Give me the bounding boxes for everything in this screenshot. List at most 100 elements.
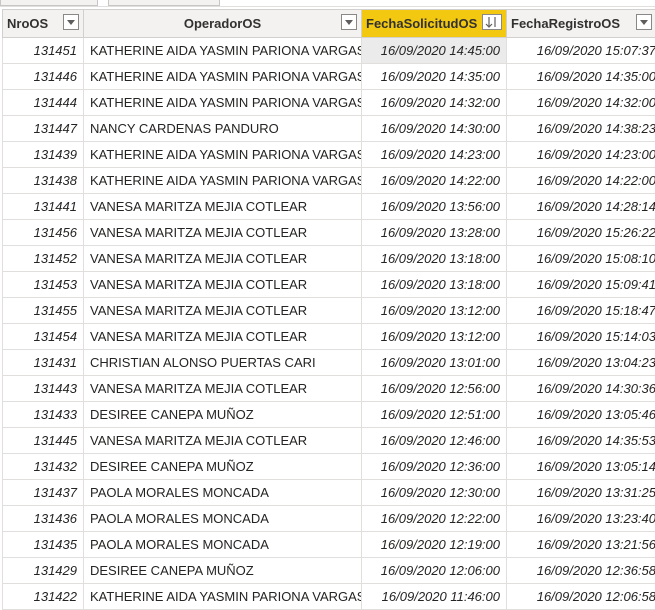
filter-dropdown-button[interactable] (341, 14, 357, 30)
cell-fecharegistroos: 16/09/2020 14:38:23 (506, 115, 655, 142)
cell-nroos: 131429 (2, 557, 84, 584)
cell-fecharegistroos: 16/09/2020 15:08:10 (506, 245, 655, 272)
cell-fechasolicitudos: 16/09/2020 13:12:00 (361, 323, 507, 350)
cell-operadoros: PAOLA MORALES MONCADA (83, 479, 362, 506)
cell-operadoros: KATHERINE AIDA YASMIN PARIONA VARGAS (83, 63, 362, 90)
cell-operadoros: KATHERINE AIDA YASMIN PARIONA VARGAS (83, 141, 362, 168)
cell-nroos: 131452 (2, 245, 84, 272)
table-row[interactable]: 131451 KATHERINE AIDA YASMIN PARIONA VARG… (2, 37, 655, 64)
cell-fechasolicitudos: 16/09/2020 13:56:00 (361, 193, 507, 220)
header-row: NroOS OperadorOS FechaSolicitudOS FechaR… (2, 9, 655, 38)
cell-fechasolicitudos: 16/09/2020 12:36:00 (361, 453, 507, 480)
cell-fechasolicitudos: 16/09/2020 12:19:00 (361, 531, 507, 558)
top-strip (0, 0, 655, 7)
cell-operadoros: KATHERINE AIDA YASMIN PARIONA VARGAS (83, 583, 362, 610)
tab-stub (108, 0, 220, 6)
cell-nroos: 131453 (2, 271, 84, 298)
cell-operadoros: VANESA MARITZA MEJIA COTLEAR (83, 271, 362, 298)
filter-dropdown-button[interactable] (63, 14, 79, 30)
table-row[interactable]: 131429 DESIREE CANEPA MUÑOZ 16/09/2020 12:… (2, 557, 655, 584)
table-row[interactable]: 131439 KATHERINE AIDA YASMIN PARIONA VARG… (2, 141, 655, 168)
table-row[interactable]: 131438 KATHERINE AIDA YASMIN PARIONA VARG… (2, 167, 655, 194)
column-header-fecharegistroos[interactable]: FechaRegistroOS (506, 9, 655, 38)
tab-stub (0, 0, 98, 6)
cell-operadoros: VANESA MARITZA MEJIA COTLEAR (83, 427, 362, 454)
cell-operadoros: VANESA MARITZA MEJIA COTLEAR (83, 297, 362, 324)
table-row[interactable]: 131453 VANESA MARITZA MEJIA COTLEAR 16/09/… (2, 271, 655, 298)
cell-operadoros: DESIREE CANEPA MUÑOZ (83, 453, 362, 480)
cell-fechasolicitudos: 16/09/2020 13:01:00 (361, 349, 507, 376)
cell-nroos: 131454 (2, 323, 84, 350)
cell-fecharegistroos: 16/09/2020 13:23:40 (506, 505, 655, 532)
column-header-label: FechaSolicitudOS (366, 16, 478, 31)
table-row[interactable]: 131456 VANESA MARITZA MEJIA COTLEAR 16/09/… (2, 219, 655, 246)
cell-operadoros: NANCY CARDENAS PANDURO (83, 115, 362, 142)
cell-nroos: 131455 (2, 297, 84, 324)
cell-operadoros: KATHERINE AIDA YASMIN PARIONA VARGAS (83, 89, 362, 116)
column-header-fechasolicitudos[interactable]: FechaSolicitudOS (361, 9, 507, 38)
column-header-label: OperadorOS (183, 16, 262, 31)
cell-operadoros: DESIREE CANEPA MUÑOZ (83, 557, 362, 584)
cell-fecharegistroos: 16/09/2020 14:28:14 (506, 193, 655, 220)
cell-operadoros: PAOLA MORALES MONCADA (83, 531, 362, 558)
table-row[interactable]: 131455 VANESA MARITZA MEJIA COTLEAR 16/09/… (2, 297, 655, 324)
table-row[interactable]: 131422 KATHERINE AIDA YASMIN PARIONA VARG… (2, 583, 655, 610)
table-row[interactable]: 131432 DESIREE CANEPA MUÑOZ 16/09/2020 12:… (2, 453, 655, 480)
cell-operadoros: KATHERINE AIDA YASMIN PARIONA VARGAS (83, 167, 362, 194)
cell-nroos: 131422 (2, 583, 84, 610)
cell-fecharegistroos: 16/09/2020 13:05:46 (506, 401, 655, 428)
cell-fecharegistroos: 16/09/2020 14:23:00 (506, 141, 655, 168)
cell-fecharegistroos: 16/09/2020 15:18:47 (506, 297, 655, 324)
cell-fecharegistroos: 16/09/2020 13:04:23 (506, 349, 655, 376)
table-row[interactable]: 131443 VANESA MARITZA MEJIA COTLEAR 16/09/… (2, 375, 655, 402)
cell-fecharegistroos: 16/09/2020 15:14:03 (506, 323, 655, 350)
cell-nroos: 131443 (2, 375, 84, 402)
column-header-operadoros[interactable]: OperadorOS (83, 9, 362, 38)
table-row[interactable]: 131437 PAOLA MORALES MONCADA 16/09/2020 12… (2, 479, 655, 506)
table-row[interactable]: 131445 VANESA MARITZA MEJIA COTLEAR 16/09/… (2, 427, 655, 454)
cell-fechasolicitudos: 16/09/2020 12:56:00 (361, 375, 507, 402)
sort-filter-button[interactable] (482, 14, 502, 30)
cell-operadoros: VANESA MARITZA MEJIA COTLEAR (83, 245, 362, 272)
cell-fechasolicitudos: 16/09/2020 12:46:00 (361, 427, 507, 454)
filter-dropdown-button[interactable] (636, 14, 652, 30)
table-row[interactable]: 131447 NANCY CARDENAS PANDURO 16/09/2020 1… (2, 115, 655, 142)
cell-nroos: 131441 (2, 193, 84, 220)
cell-fechasolicitudos: 16/09/2020 14:45:00 (361, 37, 507, 64)
cell-operadoros: VANESA MARITZA MEJIA COTLEAR (83, 323, 362, 350)
table-row[interactable]: 131435 PAOLA MORALES MONCADA 16/09/2020 12… (2, 531, 655, 558)
cell-operadoros: DESIREE CANEPA MUÑOZ (83, 401, 362, 428)
cell-fechasolicitudos: 16/09/2020 12:30:00 (361, 479, 507, 506)
table-row[interactable]: 131433 DESIREE CANEPA MUÑOZ 16/09/2020 12:… (2, 401, 655, 428)
cell-fechasolicitudos: 16/09/2020 12:06:00 (361, 557, 507, 584)
cell-nroos: 131437 (2, 479, 84, 506)
cell-fechasolicitudos: 16/09/2020 13:12:00 (361, 297, 507, 324)
table-row[interactable]: 131454 VANESA MARITZA MEJIA COTLEAR 16/09/… (2, 323, 655, 350)
cell-nroos: 131445 (2, 427, 84, 454)
cell-fechasolicitudos: 16/09/2020 13:18:00 (361, 271, 507, 298)
table-row[interactable]: 131444 KATHERINE AIDA YASMIN PARIONA VARG… (2, 89, 655, 116)
table-row[interactable]: 131452 VANESA MARITZA MEJIA COTLEAR 16/09/… (2, 245, 655, 272)
cell-operadoros: VANESA MARITZA MEJIA COTLEAR (83, 193, 362, 220)
cell-operadoros: VANESA MARITZA MEJIA COTLEAR (83, 375, 362, 402)
cell-nroos: 131446 (2, 63, 84, 90)
cell-nroos: 131444 (2, 89, 84, 116)
cell-nroos: 131451 (2, 37, 84, 64)
table-row[interactable]: 131436 PAOLA MORALES MONCADA 16/09/2020 12… (2, 505, 655, 532)
cell-fechasolicitudos: 16/09/2020 12:22:00 (361, 505, 507, 532)
table-body: 131451 KATHERINE AIDA YASMIN PARIONA VARG… (2, 37, 655, 610)
cell-nroos: 131435 (2, 531, 84, 558)
table-row[interactable]: 131431 CHRISTIAN ALONSO PUERTAS CARI 16/09… (2, 349, 655, 376)
cell-fecharegistroos: 16/09/2020 14:22:00 (506, 167, 655, 194)
column-header-label: FechaRegistroOS (511, 16, 621, 31)
cell-fecharegistroos: 16/09/2020 14:30:36 (506, 375, 655, 402)
table-row[interactable]: 131446 KATHERINE AIDA YASMIN PARIONA VARG… (2, 63, 655, 90)
cell-nroos: 131432 (2, 453, 84, 480)
cell-nroos: 131438 (2, 167, 84, 194)
cell-nroos: 131456 (2, 219, 84, 246)
table-row[interactable]: 131441 VANESA MARITZA MEJIA COTLEAR 16/09/… (2, 193, 655, 220)
cell-operadoros: VANESA MARITZA MEJIA COTLEAR (83, 219, 362, 246)
cell-operadoros: CHRISTIAN ALONSO PUERTAS CARI (83, 349, 362, 376)
chevron-down-icon (640, 19, 648, 25)
column-header-nroos[interactable]: NroOS (2, 9, 84, 38)
